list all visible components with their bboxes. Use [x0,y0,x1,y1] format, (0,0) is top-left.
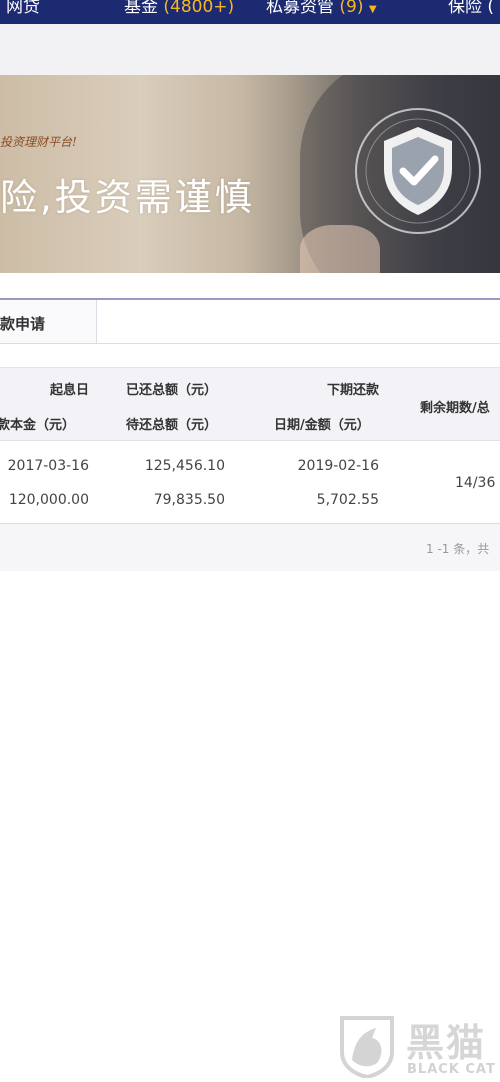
watermark-en: BLACK CAT [407,1062,496,1077]
nav-item-p2p[interactable]: 网贷 [6,0,40,17]
watermark-cn: 黑猫 [406,1021,487,1065]
nav-item-count: (9) [339,0,364,17]
top-nav: 网贷 基金 (4800+) 私募资管 (9) ▼ 保险 ( [0,0,500,24]
nav-item-label: 保险 [448,0,482,17]
loan-table: 起息日 借款本金（元） 已还总额（元） 待还总额（元） 下期还款 日期/金额（元… [0,367,500,524]
column-header-principal: 借款本金（元） [0,418,76,433]
nav-item-label: 基金 [124,0,158,17]
column-header-pending-total: 待还总额（元） [126,418,218,433]
table-header: 起息日 借款本金（元） 已还总额（元） 待还总额（元） 下期还款 日期/金额（元… [0,368,500,441]
column-header-start-date: 起息日 [49,383,89,398]
cell-remaining: 14/36 [455,475,496,491]
nav-item-count: ( [487,0,495,17]
cell-next-date: 2019-02-16 [297,458,379,474]
tab-loan-application[interactable]: 款申请 [0,300,97,343]
nav-item-fund[interactable]: 基金 (4800+) [124,0,234,17]
column-header-remaining: 剩余期数/总 [420,401,490,416]
nav-item-private-equity[interactable]: 私募资管 (9) ▼ [266,0,377,17]
black-cat-logo-icon [340,1016,394,1078]
nav-item-insurance[interactable]: 保险 ( [448,0,494,17]
column-header-next-repay: 下期还款 [326,383,379,398]
nav-item-label: 私募资管 [266,0,334,17]
page-background-band [0,24,500,75]
cell-principal: 120,000.00 [8,492,89,508]
promo-banner[interactable]: 投资理财平台! 险,投资需谨慎 [0,75,500,273]
banner-subtitle: 投资理财平台! [0,135,77,149]
cell-repaid-total: 125,456.10 [144,458,225,474]
nav-item-count: (4800+) [163,0,235,17]
tab-label: 款申请 [0,315,46,333]
nav-item-label: 网贷 [6,0,40,17]
pagination-info: 1 -1 条，共 [426,542,490,556]
column-header-next-repay-sub: 日期/金额（元） [274,418,370,433]
cell-pending-total: 79,835.50 [153,492,225,508]
shield-check-icon [352,105,484,237]
cell-next-amount: 5,702.55 [316,492,379,508]
pagination: 1 -1 条，共 [0,524,500,571]
cell-start-date: 2017-03-16 [7,458,89,474]
black-cat-watermark: 黑猫 BLACK CAT [336,1012,500,1082]
tab-bar: 款申请 [0,298,500,344]
banner-slogan: 险,投资需谨慎 [0,176,255,219]
column-header-repaid-total: 已还总额（元） [126,383,218,398]
caret-down-icon: ▼ [368,4,377,15]
